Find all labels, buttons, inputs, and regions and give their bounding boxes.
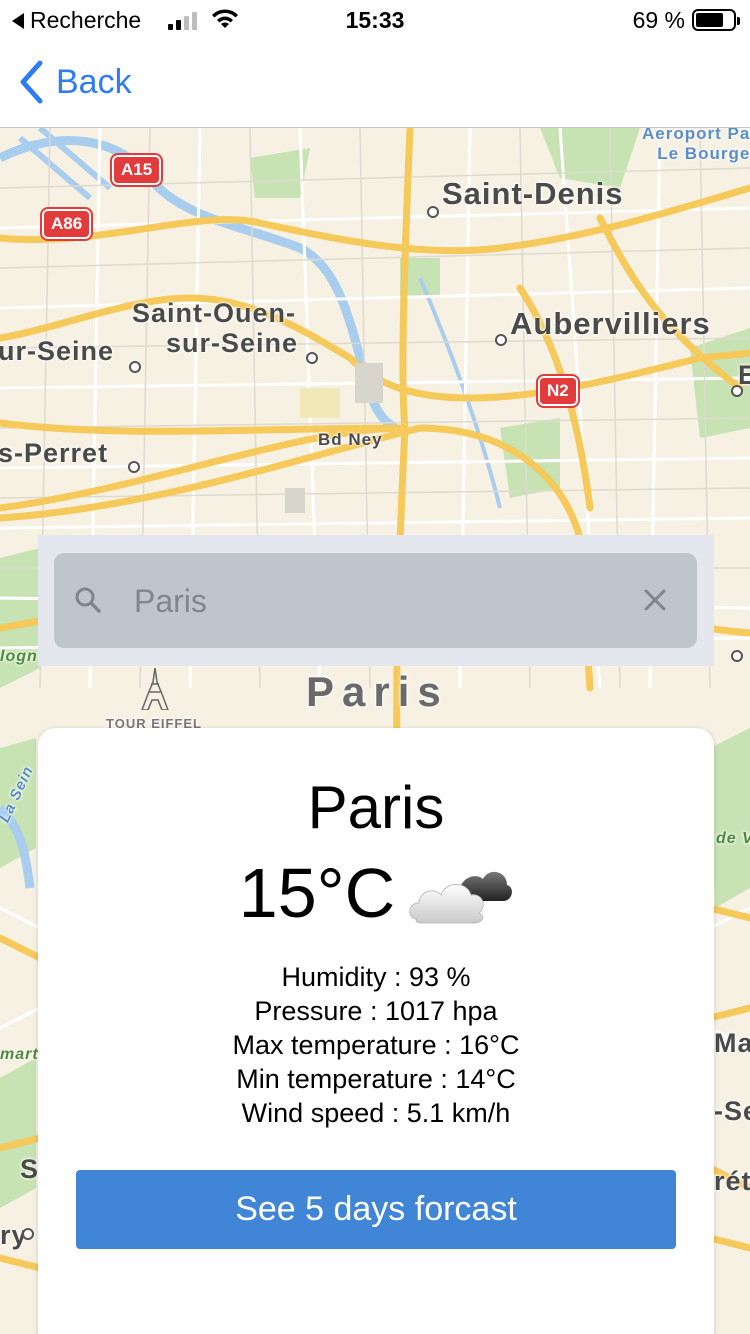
clear-icon[interactable] xyxy=(643,588,667,612)
temperature-row: 15°C xyxy=(38,853,714,933)
max-temperature: Max temperature : 16°C xyxy=(232,1030,520,1060)
map-label-s: S xyxy=(20,1154,40,1184)
battery-percent: 69 % xyxy=(632,7,685,33)
search-input[interactable] xyxy=(134,577,614,625)
temperature: 15°C xyxy=(238,854,396,932)
back-label: Back xyxy=(56,62,132,101)
map-label-ma: Ma xyxy=(714,1028,750,1058)
road-shield-a86: A86 xyxy=(39,207,94,241)
city-marker xyxy=(306,352,318,364)
humidity: Humidity : 93 % xyxy=(281,962,471,992)
pressure: Pressure : 1017 hpa xyxy=(254,996,498,1026)
map-label-saint-denis: Saint-Denis xyxy=(442,176,624,211)
road-shield-n2: N2 xyxy=(536,374,580,408)
city-marker xyxy=(128,461,140,473)
battery-icon xyxy=(692,9,740,31)
status-bar: Recherche 15:33 69 % xyxy=(0,0,750,40)
map-label-de-v: de V xyxy=(716,830,750,847)
map-label-bd-ney: Bd Ney xyxy=(318,430,383,449)
search-icon xyxy=(75,587,101,613)
search-field[interactable] xyxy=(54,553,697,648)
map-label-levallois: s-Perret xyxy=(0,438,109,468)
city-marker xyxy=(129,361,141,373)
map-label-mart: mart xyxy=(0,1046,39,1063)
map-label-boulogne: logn xyxy=(0,648,38,665)
min-temperature: Min temperature : 14°C xyxy=(236,1064,516,1094)
city-marker xyxy=(731,650,743,662)
map-label-aeroport: Aeroport Pa Le Bourge xyxy=(642,128,750,163)
city-name: Paris xyxy=(307,774,445,841)
cloud-icon xyxy=(409,871,513,924)
search-bar xyxy=(38,535,714,666)
forecast-button[interactable]: See 5 days forcast xyxy=(76,1170,676,1249)
city-marker xyxy=(495,334,507,346)
city-marker xyxy=(22,1228,34,1240)
map-label-ur-seine: ur-Seine xyxy=(0,336,115,366)
map-label-ret: rét xyxy=(714,1166,750,1196)
map-label-paris: Paris xyxy=(306,668,449,715)
map-label-aubervilliers: Aubervilliers xyxy=(510,306,711,341)
city-marker xyxy=(427,206,439,218)
back-button[interactable]: Back xyxy=(18,60,132,104)
chevron-left-icon xyxy=(20,60,43,104)
wind-speed: Wind speed : 5.1 km/h xyxy=(241,1098,511,1128)
map-label-se: -Se xyxy=(714,1096,750,1126)
weather-details: Humidity : 93 % Pressure : 1017 hpa Max … xyxy=(38,960,714,1130)
city-marker xyxy=(731,385,743,397)
road-shield-a15: A15 xyxy=(109,153,164,187)
map-label-saint-ouen: Saint-Ouen- sur-Seine xyxy=(132,298,299,358)
weather-card: Paris 15°C Humidity : 93 % Pressure : 10… xyxy=(38,728,714,1334)
navigation-bar: Back xyxy=(0,40,750,128)
